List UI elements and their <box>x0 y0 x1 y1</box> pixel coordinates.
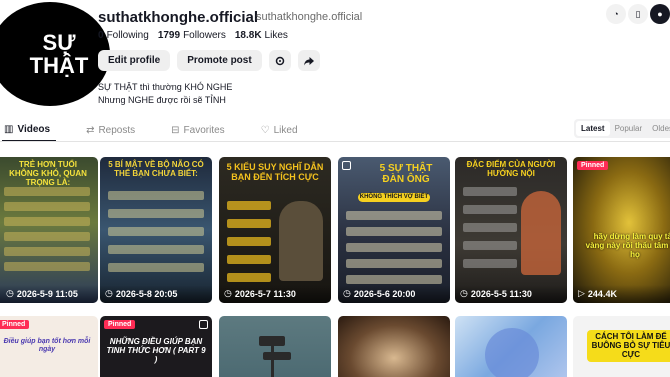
video-card[interactable]: 5 BÍ MẬT VỀ BỘ NÃO CÓ THỂ BẠN CHƯA BIẾT:… <box>100 157 212 303</box>
pinned-badge: Pinned <box>577 161 609 170</box>
video-card[interactable] <box>338 316 450 377</box>
tabs-divider <box>0 141 670 142</box>
tab-videos-label: Videos <box>17 123 51 135</box>
grid-icon: ▥ <box>4 123 14 135</box>
nickname: suthatkhonghe.official <box>256 11 363 23</box>
video-card[interactable]: Pinned Điều giúp bạn tốt hơn mỗi ngày <box>0 316 98 377</box>
video-title: hãy dừng làm quy tắc vàng này rồi thấu t… <box>585 232 670 259</box>
followers-count: 1799 <box>157 30 181 41</box>
followers-stat[interactable]: 1799 Followers <box>158 30 226 41</box>
video-card[interactable]: Pinned hãy dừng làm quy tắc vàng này rồi… <box>573 157 670 303</box>
video-date: ◷ 2026-5-5 11:30 <box>460 288 532 299</box>
video-card[interactable]: ĐẶC ĐIỂM CỦA NGƯỜI HƯỚNG NỘI ◷ 2026-5-5 1… <box>455 157 567 303</box>
tab-liked[interactable]: ♡ Liked <box>261 118 298 142</box>
video-card[interactable] <box>455 316 567 377</box>
avatar[interactable]: SỰ THẬT <box>0 2 110 106</box>
likes-stat: 18.8K Likes <box>235 30 288 41</box>
promote-post-button[interactable]: Promote post <box>177 50 262 71</box>
heart-icon: ♡ <box>260 124 270 136</box>
repost-icon: ⇄ <box>86 124 95 136</box>
sort-toggle: Latest Popular Oldest <box>574 119 670 138</box>
pinned-badge: Pinned <box>0 320 30 329</box>
settings-button[interactable] <box>268 50 291 71</box>
share-button[interactable] <box>297 50 320 71</box>
avatar-text-line1: SỰ <box>42 29 76 55</box>
video-views: ▷ 244.4K <box>578 288 617 299</box>
clock-icon: ◷ <box>343 288 351 298</box>
followers-label: Followers <box>183 30 226 41</box>
video-title: 5 BÍ MẬT VỀ BỘ NÃO CÓ THỂ BẠN CHƯA BIẾT: <box>108 160 204 178</box>
tab-favorites-label: Favorites <box>183 124 225 136</box>
profile-menu-icon[interactable]: ● <box>650 4 670 24</box>
activity-icon[interactable]: ◔ <box>606 4 626 24</box>
tab-reposts-label: Reposts <box>98 124 136 136</box>
video-card[interactable]: CÁCH TÔI LÀM ĐỂ BUÔNG BỎ SỰ TIÊU CỰC <box>573 316 670 377</box>
tab-videos[interactable]: ▥ Videos <box>2 118 57 142</box>
share-icon <box>303 56 314 65</box>
following-label: Following <box>106 30 149 41</box>
tab-liked-label: Liked <box>273 124 298 136</box>
following-stat[interactable]: 0 Following <box>98 30 149 41</box>
bookmark-icon: ⊟ <box>171 124 180 136</box>
video-card[interactable]: Pinned NHỮNG ĐIỀU GIÚP BẠN TINH THỨC HƠN… <box>100 316 212 377</box>
video-title: NHỮNG ĐIỀU GIÚP BẠN TINH THỨC HƠN ( PART… <box>106 337 206 364</box>
clock-icon: ◷ <box>6 288 14 298</box>
video-card[interactable]: TRẺ HƠN TUỔI KHÔNG KHÓ, QUAN TRỌNG LÀ: ◷… <box>0 157 98 303</box>
clock-icon: ◷ <box>224 288 232 298</box>
video-subtitle: KHÔNG THÍCH VỢ BIẾT <box>358 193 430 202</box>
username: suthatkhonghe.official <box>98 9 259 26</box>
video-title: ĐẶC ĐIỂM CỦA NGƯỜI HƯỚNG NỘI <box>466 160 556 178</box>
video-date: ◷ 2026-5-8 20:05 <box>105 288 178 299</box>
video-date: ◷ 2026-5-9 11:05 <box>6 288 78 299</box>
pinned-badge: Pinned <box>104 320 136 329</box>
phone-icon[interactable]: ▯ <box>628 4 648 24</box>
video-date: ◷ 2026-5-6 20:00 <box>343 288 416 299</box>
clock-icon: ◷ <box>460 288 468 298</box>
sort-latest[interactable]: Latest <box>576 121 610 136</box>
top-right-icons: ◔ ▯ ● <box>606 4 670 24</box>
video-title: 5 SỰ THẬT ĐÀN ÔNG <box>379 163 433 185</box>
profile-stats: 0 Following 1799 Followers 18.8K Likes <box>98 30 288 41</box>
video-title: TRẺ HƠN TUỔI KHÔNG KHÓ, QUAN TRỌNG LÀ: <box>9 160 87 187</box>
clock-icon: ◷ <box>105 288 113 298</box>
video-card[interactable]: 5 SỰ THẬT ĐÀN ÔNG KHÔNG THÍCH VỢ BIẾT ◷ 2… <box>338 157 450 303</box>
sort-oldest[interactable]: Oldest <box>647 121 670 136</box>
likes-count: 18.8K <box>234 30 262 41</box>
video-title: 5 KIỂU SUY NGHĨ DẪN BẠN ĐẾN TÍCH CỰC <box>226 162 324 182</box>
profile-actions: Edit profile Promote post <box>98 50 320 71</box>
following-count: 0 <box>98 30 104 41</box>
play-icon: ▷ <box>578 288 585 298</box>
gear-icon <box>275 56 284 65</box>
likes-label: Likes <box>264 30 288 41</box>
avatar-text-line2: THẬT <box>29 53 89 78</box>
bio-line1: SỰ THẬT thì thường KHÓ NGHE <box>98 82 233 92</box>
video-date: ◷ 2026-5-7 11:30 <box>224 288 296 299</box>
edit-profile-button[interactable]: Edit profile <box>98 50 171 71</box>
video-title: CÁCH TÔI LÀM ĐỂ BUÔNG BỎ SỰ TIÊU CỰC <box>587 330 670 363</box>
bio-line2: Nhưng NGHE được rồi sẽ TỈNH <box>98 95 226 105</box>
tab-favorites[interactable]: ⊟ Favorites <box>171 118 225 142</box>
tab-reposts[interactable]: ⇄ Reposts <box>86 118 135 142</box>
profile-tabs: ▥ Videos ⇄ Reposts ⊟ Favorites ♡ Liked <box>0 118 670 142</box>
video-title: Điều giúp bạn tốt hơn mỗi ngày <box>3 338 91 353</box>
video-card[interactable]: 5 KIỂU SUY NGHĨ DẪN BẠN ĐẾN TÍCH CỰC ◷ 20… <box>219 157 331 303</box>
video-card[interactable] <box>219 316 331 377</box>
bio: SỰ THẬT thì thường KHÓ NGHE Nhưng NGHE đ… <box>98 81 232 107</box>
sort-popular[interactable]: Popular <box>610 121 648 136</box>
